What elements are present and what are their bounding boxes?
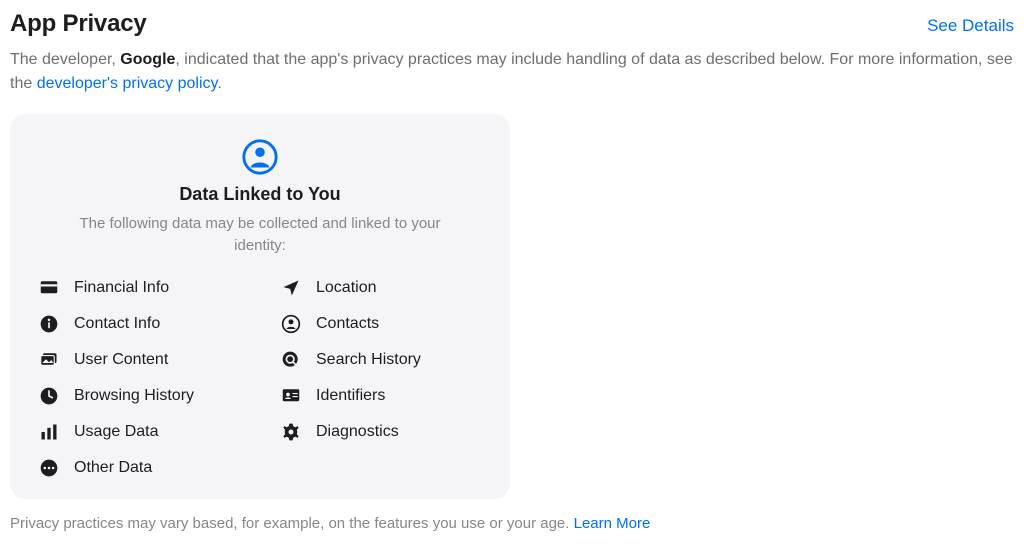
data-type-item: User Content xyxy=(38,349,240,371)
footer-note: Privacy practices may vary based, for ex… xyxy=(10,515,1014,532)
data-type-item: Usage Data xyxy=(38,421,240,443)
data-type-label: Diagnostics xyxy=(316,423,399,441)
data-type-label: Other Data xyxy=(74,459,152,477)
data-type-label: Usage Data xyxy=(74,423,159,441)
intro-text: The developer, Google, indicated that th… xyxy=(10,48,1014,96)
data-linked-card: Data Linked to You The following data ma… xyxy=(10,114,510,499)
data-type-label: Location xyxy=(316,279,377,297)
data-type-label: Identifiers xyxy=(316,387,385,405)
privacy-policy-link[interactable]: developer's privacy policy xyxy=(37,75,218,92)
contacts-circle-icon xyxy=(280,313,302,335)
data-type-item: Contact Info xyxy=(38,313,240,335)
data-type-item: Identifiers xyxy=(280,385,482,407)
learn-more-link[interactable]: Learn More xyxy=(574,515,651,532)
card-title: Data Linked to You xyxy=(38,184,482,205)
location-arrow-icon xyxy=(280,277,302,299)
data-type-item: Contacts xyxy=(280,313,482,335)
credit-card-icon xyxy=(38,277,60,299)
person-circle-icon xyxy=(241,138,279,176)
search-icon xyxy=(280,349,302,371)
intro-prefix: The developer, xyxy=(10,51,120,68)
data-type-label: User Content xyxy=(74,351,168,369)
section-header: App Privacy See Details xyxy=(10,10,1014,38)
data-type-item: Diagnostics xyxy=(280,421,482,443)
data-type-item: Search History xyxy=(280,349,482,371)
data-type-item: Financial Info xyxy=(38,277,240,299)
gear-icon xyxy=(280,421,302,443)
see-details-link[interactable]: See Details xyxy=(927,16,1014,36)
data-type-item: Location xyxy=(280,277,482,299)
card-header: Data Linked to You The following data ma… xyxy=(38,138,482,257)
data-types-grid: Financial Info Location Contact Info Con… xyxy=(38,277,482,479)
data-type-label: Contacts xyxy=(316,315,379,333)
intro-period: . xyxy=(217,75,221,92)
data-type-label: Financial Info xyxy=(74,279,169,297)
card-subtitle: The following data may be collected and … xyxy=(70,213,450,257)
data-type-label: Contact Info xyxy=(74,315,160,333)
info-circle-icon xyxy=(38,313,60,335)
section-title: App Privacy xyxy=(10,10,147,38)
data-type-item: Other Data xyxy=(38,457,240,479)
developer-name: Google xyxy=(120,51,175,68)
data-type-label: Browsing History xyxy=(74,387,194,405)
ellipsis-icon xyxy=(38,457,60,479)
bar-chart-icon xyxy=(38,421,60,443)
id-card-icon xyxy=(280,385,302,407)
data-type-label: Search History xyxy=(316,351,421,369)
clock-icon xyxy=(38,385,60,407)
photos-icon xyxy=(38,349,60,371)
data-type-item: Browsing History xyxy=(38,385,240,407)
footer-text: Privacy practices may vary based, for ex… xyxy=(10,515,574,532)
